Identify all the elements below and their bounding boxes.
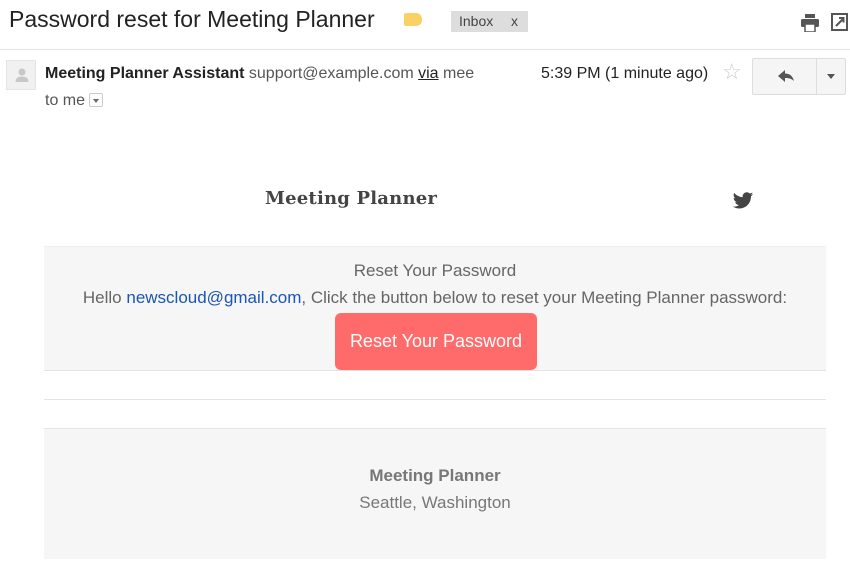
importance-marker-icon[interactable]: [404, 13, 422, 26]
popout-icon[interactable]: [831, 13, 848, 31]
greeting-prefix: Hello: [82, 288, 127, 307]
person-icon: [15, 68, 29, 82]
sender-avatar: [6, 60, 36, 90]
more-actions-button[interactable]: [817, 59, 845, 94]
via-domain: mee: [443, 65, 475, 82]
sender-email: support@example.com: [248, 65, 414, 82]
greeting-suffix: , Click the button below to reset your M…: [301, 288, 788, 307]
divider: [44, 400, 826, 429]
footer-location: Seattle, Washington: [359, 493, 511, 512]
subject-bar: Password reset for Meeting Planner Inbox…: [0, 0, 850, 50]
reset-heading: Reset Your Password: [353, 261, 517, 280]
divider: [44, 371, 826, 400]
twitter-icon[interactable]: [731, 190, 755, 212]
inbox-label-text: Inbox: [459, 13, 494, 29]
sender-line: Meeting Planner Assistant support@exampl…: [45, 65, 474, 83]
print-icon[interactable]: [800, 14, 820, 32]
footer-company-name: Meeting Planner: [369, 466, 501, 485]
star-icon[interactable]: ☆: [722, 61, 742, 83]
reply-button-group: [752, 58, 846, 95]
reply-button[interactable]: [753, 59, 817, 94]
greeting-text: Hello newscloud@gmail.com, Click the but…: [44, 288, 826, 308]
email-brand-logo: Meeting Planner: [265, 188, 438, 209]
remove-label-button[interactable]: x: [511, 13, 518, 29]
reset-panel: Reset Your Password Hello newscloud@gmai…: [44, 246, 826, 371]
message-timestamp: 5:39 PM (1 minute ago): [541, 65, 709, 82]
recipient-line: to me: [45, 92, 104, 110]
show-details-toggle[interactable]: [89, 92, 104, 107]
reply-icon: [778, 70, 794, 82]
recipient-text: to me: [45, 92, 86, 109]
email-footer: Meeting Planner Seattle, Washington: [44, 429, 826, 559]
reset-password-button[interactable]: Reset Your Password: [335, 313, 537, 370]
via-link[interactable]: via: [418, 65, 438, 82]
email-subject: Password reset for Meeting Planner: [9, 6, 375, 32]
inbox-label-chip[interactable]: Inbox x: [451, 11, 528, 32]
recipient-email-link[interactable]: newscloud@gmail.com: [126, 288, 301, 307]
sender-name[interactable]: Meeting Planner Assistant: [45, 65, 244, 82]
